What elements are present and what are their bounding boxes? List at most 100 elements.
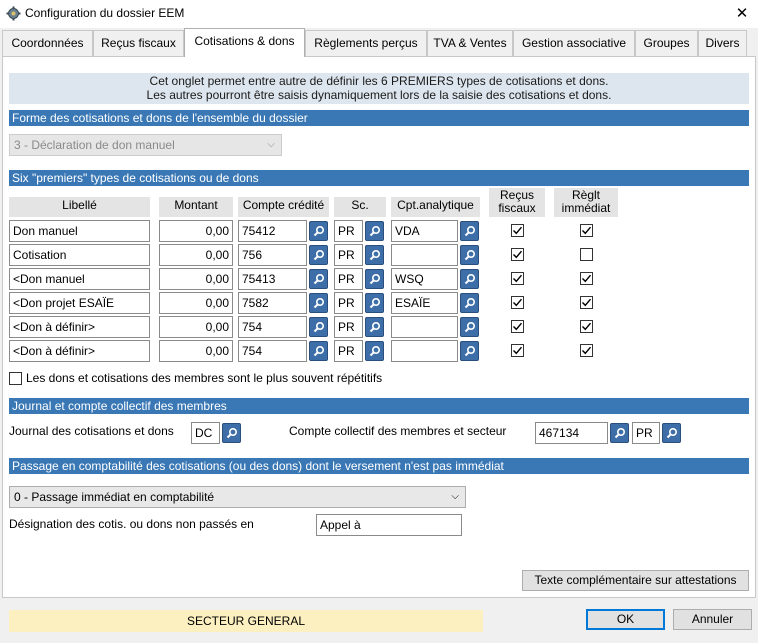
ok-button[interactable]: OK [586,609,665,630]
repetitifs-checkbox[interactable] [9,372,22,385]
libelle-field[interactable]: <Don manuel [9,268,150,290]
sc-field[interactable]: PR [334,316,363,338]
tab-reglements-percus[interactable]: Règlements perçus [305,30,427,56]
window-title: Configuration du dossier EEM [25,6,185,20]
tab-tva-ventes[interactable]: TVA & Ventes [427,30,513,56]
sc-field[interactable]: PR [334,220,363,242]
tab-cotisations-dons[interactable]: Cotisations & dons [184,28,305,57]
sc-field[interactable]: PR [334,268,363,290]
cpt-analytique-search-button[interactable] [460,341,479,361]
sc-search-button[interactable] [365,317,384,337]
journal-search-button[interactable] [222,423,241,443]
compte-field[interactable]: 756 [238,244,307,266]
designation-field[interactable]: Appel à [316,514,462,536]
compte-search-button[interactable] [309,221,328,241]
montant-field[interactable]: 0,00 [159,220,233,242]
recus-fiscaux-checkbox[interactable] [511,320,524,333]
search-icon [313,249,324,261]
tab-gestion-associative[interactable]: Gestion associative [513,30,635,56]
cpt-analytique-search-button[interactable] [460,269,479,289]
reglement-immediat-checkbox[interactable] [580,272,593,285]
compte-search-button[interactable] [309,269,328,289]
compte-field[interactable]: 754 [238,340,307,362]
libelle-field[interactable]: Cotisation [9,244,150,266]
section-passage-header: Passage en comptabilité des cotisations … [9,458,749,474]
compte-search-button[interactable] [309,341,328,361]
search-icon [369,321,380,333]
sc-search-button[interactable] [365,245,384,265]
compte-field[interactable]: 7582 [238,292,307,314]
col-header-compte: Compte crédité [238,197,329,217]
cpt-analytique-search-button[interactable] [460,221,479,241]
texte-complementaire-button[interactable]: Texte complémentaire sur attestations [522,570,749,591]
reglement-immediat-checkbox[interactable] [580,248,593,261]
libelle-field[interactable]: Don manuel [9,220,150,242]
search-icon [464,249,475,261]
check-icon [513,250,523,259]
journal-field[interactable]: DC [191,422,220,444]
sc-field[interactable]: PR [334,244,363,266]
cpt-analytique-field[interactable] [391,340,458,362]
sc-field[interactable]: PR [334,292,363,314]
montant-field[interactable]: 0,00 [159,292,233,314]
collectif-secteur-field[interactable]: PR [632,422,660,444]
compte-field[interactable]: 75413 [238,268,307,290]
cpt-analytique-field[interactable]: ESAÏE [391,292,458,314]
libelle-field[interactable]: <Don à définir> [9,316,150,338]
montant-field[interactable]: 0,00 [159,340,233,362]
recus-fiscaux-checkbox[interactable] [511,248,524,261]
compte-search-button[interactable] [309,293,328,313]
montant-field[interactable]: 0,00 [159,244,233,266]
cpt-analytique-field[interactable] [391,316,458,338]
libelle-field[interactable]: <Don projet ESAÏE [9,292,150,314]
recus-fiscaux-checkbox[interactable] [511,272,524,285]
compte-field[interactable]: 75412 [238,220,307,242]
collectif-secteur-search-button[interactable] [662,423,681,443]
info-banner: Cet onglet permet entre autre de définir… [9,73,749,104]
recus-fiscaux-checkbox[interactable] [511,224,524,237]
collectif-compte-search-button[interactable] [610,423,629,443]
sc-search-button[interactable] [365,269,384,289]
cpt-analytique-field[interactable]: VDA [391,220,458,242]
cpt-analytique-field[interactable]: WSQ [391,268,458,290]
sc-search-button[interactable] [365,221,384,241]
compte-search-button[interactable] [309,317,328,337]
close-button[interactable]: ✕ [728,2,756,26]
libelle-field[interactable]: <Don à définir> [9,340,150,362]
check-icon [582,298,592,307]
info-line-2: Les autres pourront être saisis dynamiqu… [146,88,612,102]
check-icon [513,226,523,235]
cpt-analytique-search-button[interactable] [460,245,479,265]
check-icon [513,274,523,283]
check-icon [513,346,523,355]
sc-field[interactable]: PR [334,340,363,362]
collectif-label: Compte collectif des membres et secteur [289,424,507,438]
passage-select[interactable]: 0 - Passage immédiat en comptabilité ⌵ [9,486,466,508]
sc-search-button[interactable] [365,293,384,313]
search-icon [464,225,475,237]
reglement-immediat-checkbox[interactable] [580,224,593,237]
collectif-compte-field[interactable]: 467134 [535,422,608,444]
sc-search-button[interactable] [365,341,384,361]
check-icon [582,274,592,283]
recus-fiscaux-checkbox[interactable] [511,344,524,357]
reglement-immediat-checkbox[interactable] [580,296,593,309]
section-types-header: Six "premiers" types de cotisations ou d… [9,170,749,186]
reglement-immediat-checkbox[interactable] [580,320,593,333]
tab-recus-fiscaux[interactable]: Reçus fiscaux [93,30,184,56]
cpt-analytique-search-button[interactable] [460,293,479,313]
tab-coordonnees[interactable]: Coordonnées [2,30,93,56]
recus-fiscaux-checkbox[interactable] [511,296,524,309]
montant-field[interactable]: 0,00 [159,316,233,338]
cancel-button[interactable]: Annuler [673,609,752,630]
compte-field[interactable]: 754 [238,316,307,338]
check-icon [513,298,523,307]
tab-groupes[interactable]: Groupes [635,30,698,56]
check-icon [513,322,523,331]
reglement-immediat-checkbox[interactable] [580,344,593,357]
tab-divers[interactable]: Divers [698,30,747,56]
cpt-analytique-search-button[interactable] [460,317,479,337]
montant-field[interactable]: 0,00 [159,268,233,290]
cpt-analytique-field[interactable] [391,244,458,266]
compte-search-button[interactable] [309,245,328,265]
